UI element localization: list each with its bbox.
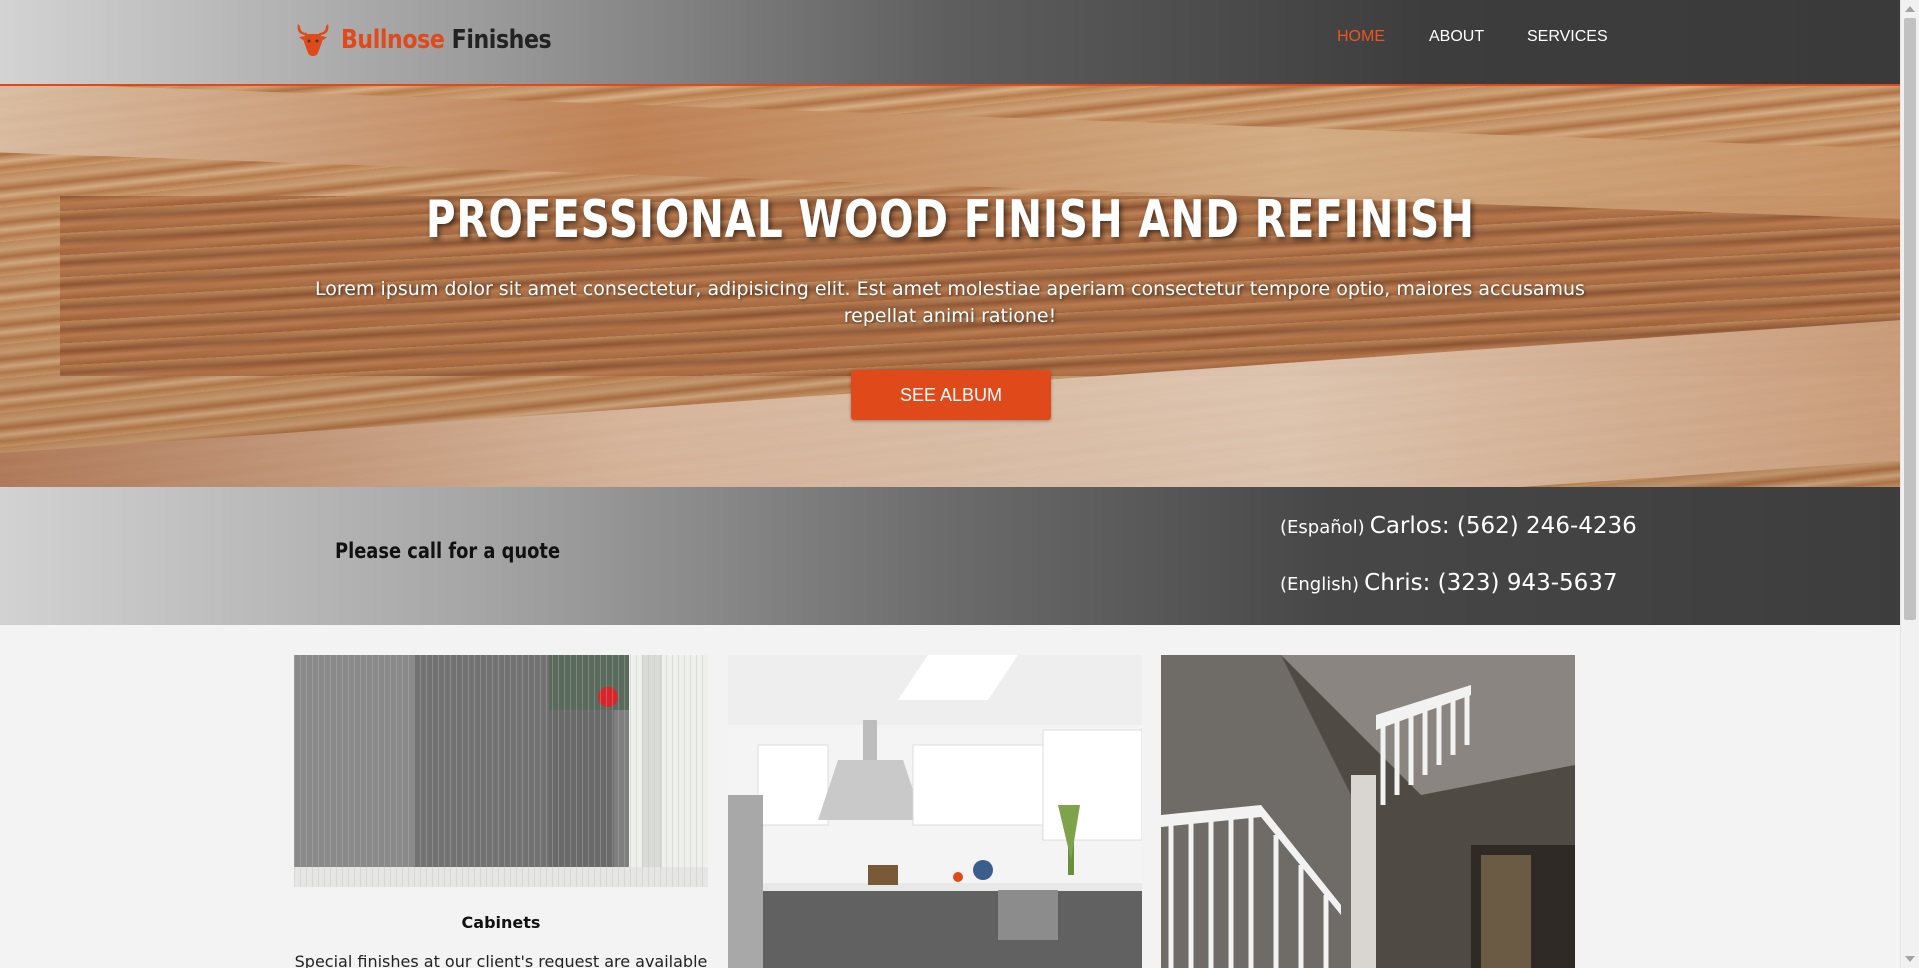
card-image-stairs[interactable] xyxy=(1161,655,1575,968)
card-desc-cabinets: Special finishes at our client's request… xyxy=(294,952,708,968)
phone-english[interactable]: (English) Chris: (323) 943-5637 xyxy=(1280,570,1618,596)
hero-section: PROFESSIONAL WOOD FINISH AND REFINISH Lo… xyxy=(0,86,1900,487)
card-image-cabinets[interactable] xyxy=(294,655,708,887)
hero-description: Lorem ipsum dolor sit amet consectetur, … xyxy=(315,278,1585,327)
scroll-up-icon[interactable] xyxy=(1905,6,1915,12)
nav-home[interactable]: HOME xyxy=(1337,28,1385,46)
brand-logo[interactable]: Bullnose Finishes xyxy=(295,20,588,60)
brand-name: Bullnose Finishes xyxy=(341,25,552,55)
card-title-cabinets: Cabinets xyxy=(461,913,541,932)
site-header: Bullnose Finishes HOME ABOUT SERVICES xyxy=(0,0,1900,86)
card-stairs xyxy=(1161,655,1575,968)
quote-bar: Please call for a quote (Español) Carlos… xyxy=(0,487,1900,625)
hero-title: PROFESSIONAL WOOD FINISH AND REFINISH xyxy=(425,190,1475,250)
nav-about[interactable]: ABOUT xyxy=(1429,28,1484,46)
card-cabinets: Cabinets Special finishes at our client'… xyxy=(294,655,708,968)
scroll-down-icon[interactable] xyxy=(1905,956,1915,962)
phone-spanish[interactable]: (Español) Carlos: (562) 246-4236 xyxy=(1280,513,1637,539)
card-image-kitchen[interactable] xyxy=(728,655,1142,968)
quote-text: Please call for a quote xyxy=(335,539,561,563)
see-album-button[interactable]: SEE ALBUM xyxy=(851,370,1051,420)
bull-head-icon xyxy=(297,24,329,56)
nav-services[interactable]: SERVICES xyxy=(1527,28,1608,46)
card-kitchen xyxy=(728,655,1142,968)
page-scrollbar[interactable] xyxy=(1900,0,1919,968)
scroll-thumb[interactable] xyxy=(1904,18,1916,620)
